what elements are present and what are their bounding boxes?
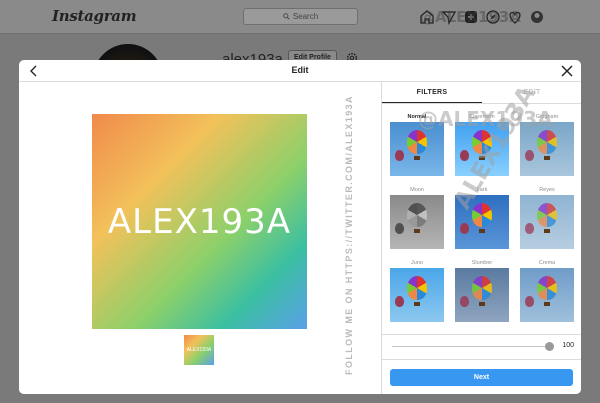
next-button[interactable]: Next [390,369,573,386]
explore-icon[interactable] [485,9,501,25]
filter-normal[interactable]: Normal [390,112,444,176]
home-icon[interactable] [419,9,435,25]
filter-thumbnail [520,122,574,176]
filter-label: Juno [411,260,423,266]
instagram-logo[interactable]: Instagram [52,7,137,25]
filter-thumbnail [390,268,444,322]
filter-thumbnail [390,195,444,249]
image-preview-area: ALEX193A ALEX193A [19,82,381,394]
tab-bar: FILTERS EDIT [382,82,581,104]
tab-edit[interactable]: EDIT [482,82,581,103]
filter-label: Gingham [535,114,559,120]
intensity-slider-track[interactable] [392,346,550,347]
nav-icons [419,9,545,25]
search-placeholder: Search [292,12,319,21]
filter-thumbnail [520,268,574,322]
profile-icon[interactable] [529,9,545,25]
preview-image-text: ALEX193A [107,201,292,242]
modal-header: Edit [19,60,581,82]
filter-clarendon[interactable]: Clarendon [455,112,509,176]
filter-thumbnail [520,195,574,249]
filter-label: Normal [407,114,427,120]
filter-panel: FILTERS EDIT Normal Clarendon Gingham Mo… [381,82,581,394]
watermark-vertical-text: FOLLOW ME ON HTTPS://TWITTER.COM/ALEX193… [344,95,354,375]
filter-gingham[interactable]: Gingham [520,112,574,176]
filter-crema[interactable]: Crema [520,258,574,322]
watermark-vertical: FOLLOW ME ON HTTPS://TWITTER.COM/ALEX193… [342,80,356,390]
intensity-value: 100 [562,342,574,349]
close-icon[interactable] [560,64,574,78]
filter-label: Clarendon [469,114,495,120]
filter-label: Moon [410,187,424,193]
intensity-slider-area: 100 [382,334,581,358]
edit-modal: Edit ALEX193A ALEX193A FOLLOW ME ON HTTP… [19,60,581,394]
modal-title: Edit [291,65,309,75]
filter-thumbnail [455,122,509,176]
filter-row: Normal Clarendon Gingham [390,112,574,176]
filter-label: Lark [476,187,488,193]
filter-thumbnail [390,122,444,176]
filter-thumbnail [455,268,509,322]
search-input[interactable]: Search [243,8,358,25]
image-thumbnail[interactable]: ALEX193A [184,335,214,365]
top-navigation-bar: Instagram Search [0,0,600,34]
preview-image: ALEX193A [92,114,307,329]
filter-lark[interactable]: Lark [455,185,509,249]
modal-footer: Next [382,359,581,394]
filter-reyes[interactable]: Reyes [520,185,574,249]
filter-moon[interactable]: Moon [390,185,444,249]
filter-row: Moon Lark Reyes [390,185,574,249]
filter-label: Slumber [471,260,493,266]
filter-label: Reyes [539,187,555,193]
filter-juno[interactable]: Juno [390,258,444,322]
intensity-slider-handle[interactable] [545,342,554,351]
search-icon [283,13,290,20]
filter-row: Juno Slumber Crema [390,258,574,322]
direct-icon[interactable] [441,9,457,25]
thumbnail-text: ALEX193A [186,347,212,353]
tab-filters[interactable]: FILTERS [382,82,482,103]
filter-thumbnail [455,195,509,249]
filter-slumber[interactable]: Slumber [455,258,509,322]
activity-icon[interactable] [507,9,523,25]
new-post-icon[interactable] [463,9,479,25]
filter-label: Crema [538,260,556,266]
filter-grid: Normal Clarendon Gingham Moon Lark Reyes… [390,112,574,331]
